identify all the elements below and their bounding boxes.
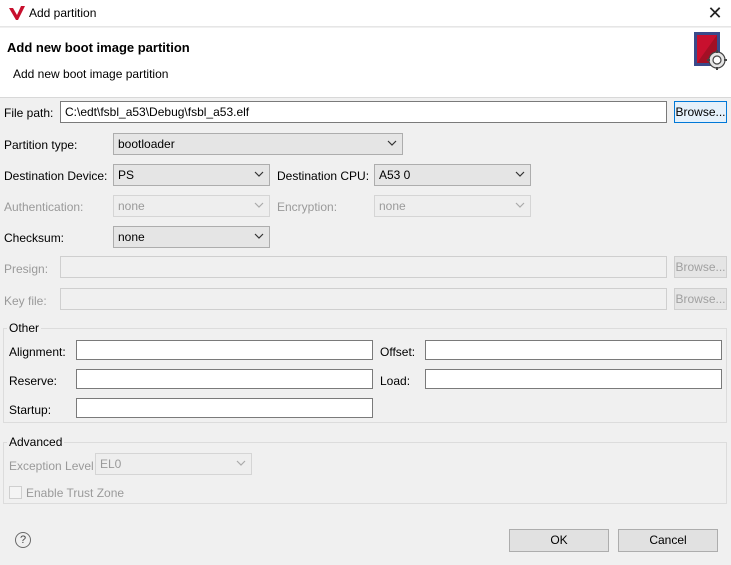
boot-image-settings-icon [694, 32, 727, 70]
partition-type-select[interactable]: bootloader [113, 133, 403, 155]
window-title: Add partition [29, 6, 97, 20]
partition-type-label: Partition type: [4, 138, 78, 152]
key-file-browse-button[interactable]: Browse... [674, 288, 727, 310]
close-icon[interactable]: ✕ [704, 3, 726, 25]
destination-cpu-label: Destination CPU: [277, 169, 370, 183]
presign-label: Presign: [4, 262, 49, 276]
advanced-group-title: Advanced [7, 435, 65, 449]
offset-label: Offset: [380, 345, 416, 359]
alignment-label: Alignment: [9, 345, 66, 359]
chevron-down-icon [254, 171, 264, 177]
chevron-down-icon [254, 202, 264, 208]
title-bar [0, 0, 731, 27]
partition-type-value: bootloader [118, 137, 175, 151]
destination-cpu-value: A53 0 [379, 168, 411, 182]
chevron-down-icon [515, 202, 525, 208]
cancel-button[interactable]: Cancel [618, 529, 718, 552]
destination-device-value: PS [118, 168, 135, 182]
file-path-input[interactable]: C:\edt\fsbl_a53\Debug\fsbl_a53.elf [60, 101, 667, 123]
checksum-label: Checksum: [4, 231, 65, 245]
destination-cpu-select[interactable]: A53 0 [374, 164, 531, 186]
checksum-value: none [118, 230, 145, 244]
alignment-input[interactable] [76, 340, 373, 360]
checksum-select[interactable]: none [113, 226, 270, 248]
startup-label: Startup: [9, 403, 52, 417]
encryption-value: none [379, 199, 406, 213]
reserve-input[interactable] [76, 369, 373, 389]
header-banner [0, 28, 731, 98]
exception-level-value: EL0 [100, 457, 122, 471]
encryption-label: Encryption: [277, 200, 338, 214]
authentication-value: none [118, 199, 145, 213]
reserve-label: Reserve: [9, 374, 58, 388]
chevron-down-icon [254, 233, 264, 239]
presign-input[interactable] [60, 256, 667, 278]
chevron-down-icon [387, 140, 397, 146]
destination-device-select[interactable]: PS [113, 164, 270, 186]
exception-level-label: Exception Level [9, 459, 94, 473]
other-group-title: Other [7, 321, 42, 335]
ok-button[interactable]: OK [509, 529, 609, 552]
encryption-select[interactable]: none [374, 195, 531, 217]
presign-browse-button[interactable]: Browse... [674, 256, 727, 278]
authentication-label: Authentication: [4, 200, 84, 214]
startup-input[interactable] [76, 398, 373, 418]
chevron-down-icon [515, 171, 525, 177]
chevron-down-icon [236, 460, 246, 466]
key-file-label: Key file: [4, 294, 47, 308]
enable-trust-zone-checkbox[interactable] [9, 486, 22, 499]
help-icon[interactable]: ? [15, 532, 31, 548]
exception-level-select[interactable]: EL0 [95, 453, 252, 475]
banner-subtitle: Add new boot image partition [13, 67, 169, 81]
key-file-input[interactable] [60, 288, 667, 310]
load-input[interactable] [425, 369, 722, 389]
app-logo-icon [9, 6, 25, 20]
destination-device-label: Destination Device: [4, 169, 108, 183]
enable-trust-zone-label: Enable Trust Zone [26, 486, 125, 500]
load-label: Load: [380, 374, 411, 388]
file-path-browse-button[interactable]: Browse... [674, 101, 727, 123]
file-path-label: File path: [4, 106, 54, 120]
banner-title: Add new boot image partition [7, 40, 190, 55]
offset-input[interactable] [425, 340, 722, 360]
authentication-select[interactable]: none [113, 195, 270, 217]
